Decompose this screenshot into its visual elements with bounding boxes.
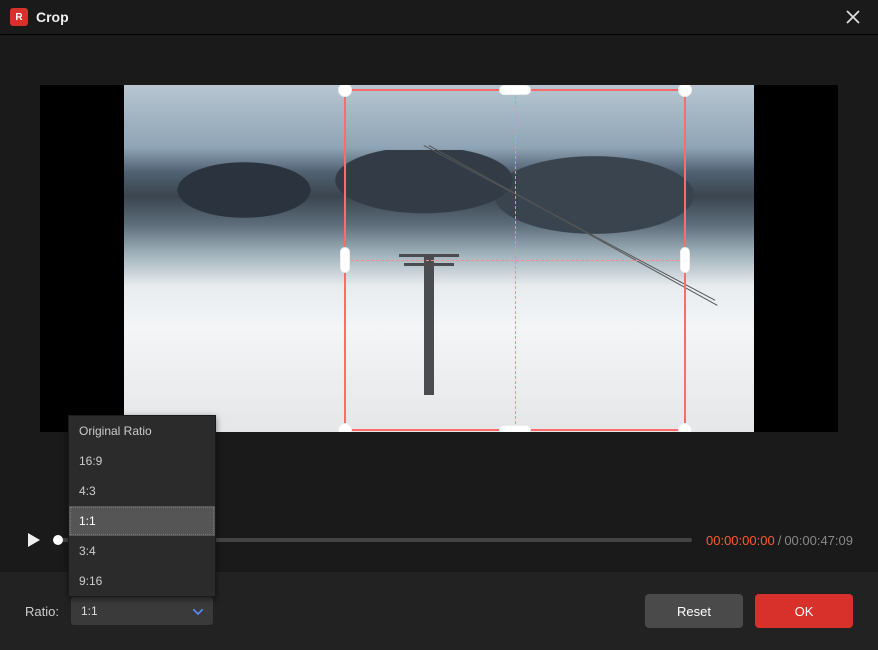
window-title: Crop [36, 9, 69, 25]
ratio-option[interactable]: 1:1 [69, 506, 215, 536]
crop-handle-tr[interactable] [678, 85, 692, 97]
crop-guide-horizontal [346, 260, 684, 261]
ratio-option[interactable]: 4:3 [69, 476, 215, 506]
crop-rectangle[interactable] [344, 89, 686, 431]
video-frame [124, 85, 754, 432]
ratio-select[interactable]: 1:1 [71, 597, 213, 625]
close-button[interactable] [838, 2, 868, 32]
ratio-option[interactable]: 3:4 [69, 536, 215, 566]
progress-thumb[interactable] [53, 535, 63, 545]
ratio-option[interactable]: 9:16 [69, 566, 215, 596]
crop-handle-tl[interactable] [338, 85, 352, 97]
time-separator: / [778, 533, 782, 548]
app-logo-icon: R [10, 8, 28, 26]
chevron-down-icon [193, 604, 203, 618]
close-icon [846, 10, 860, 24]
title-bar: R Crop [0, 0, 878, 35]
ratio-option[interactable]: Original Ratio [69, 416, 215, 446]
ratio-option[interactable]: 16:9 [69, 446, 215, 476]
play-button[interactable] [25, 531, 43, 549]
crop-handle-right[interactable] [680, 247, 690, 273]
reset-button[interactable]: Reset [645, 594, 743, 628]
ratio-label: Ratio: [25, 604, 59, 619]
current-time: 00:00:00:00 [706, 533, 775, 548]
play-icon [28, 533, 40, 547]
crop-handle-bl[interactable] [338, 423, 352, 432]
crop-handle-br[interactable] [678, 423, 692, 432]
crop-handle-bottom[interactable] [499, 425, 531, 432]
crop-handle-left[interactable] [340, 247, 350, 273]
time-display: 00:00:00:00/00:00:47:09 [706, 533, 853, 548]
ratio-selected-value: 1:1 [81, 604, 98, 618]
ratio-dropdown[interactable]: Original Ratio16:94:31:13:49:16 [68, 415, 216, 597]
crop-handle-top[interactable] [499, 85, 531, 95]
ok-button[interactable]: OK [755, 594, 853, 628]
preview-area [40, 85, 838, 432]
total-time: 00:00:47:09 [784, 533, 853, 548]
